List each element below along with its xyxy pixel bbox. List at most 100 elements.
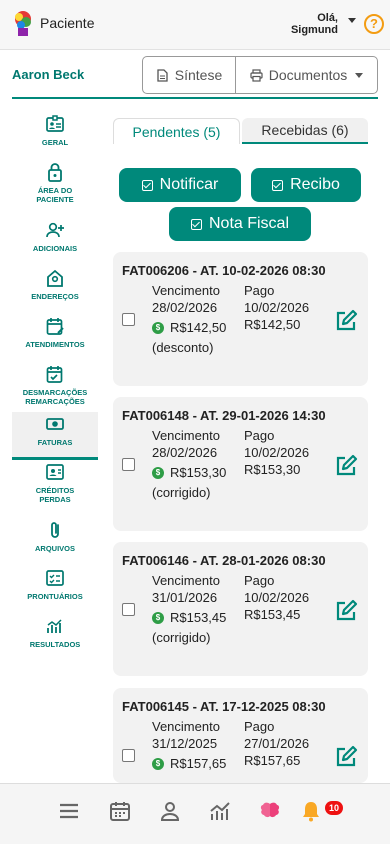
- vencimento-column: Vencimento 31/01/2026 $ R$153,45 (corrig…: [152, 572, 226, 646]
- sidebar-item-area-do-paciente[interactable]: ÁREA DO PACIENTE: [12, 160, 98, 218]
- vencimento-label: Vencimento: [152, 283, 220, 298]
- invoice-checkbox[interactable]: [122, 603, 135, 616]
- pago-date: 10/02/2026: [244, 445, 310, 460]
- sidebar-item-label: ADICIONAIS: [32, 244, 78, 253]
- dollar-coin-icon: $: [152, 466, 164, 479]
- pago-label: Pago: [244, 283, 275, 298]
- sidebar-item-faturas[interactable]: FATURAS: [12, 412, 98, 460]
- chevron-down-icon[interactable]: [348, 18, 356, 23]
- pago-column: Pago 10/02/2026 R$142,50: [244, 282, 309, 333]
- checklist-icon: [46, 570, 64, 586]
- pago-amount: R$157,65: [244, 753, 301, 768]
- dollar-coin-icon: $: [152, 757, 164, 770]
- pago-column: Pago 10/02/2026 R$153,45: [244, 572, 309, 623]
- sintese-label: Síntese: [174, 67, 223, 83]
- invoice-title: FAT006206 - AT. 10-02-2026 08:30: [122, 263, 326, 278]
- vencimento-column: Vencimento 28/02/2026 $ R$153,30 (corrig…: [152, 427, 226, 501]
- pago-label: Pago: [244, 573, 275, 588]
- notificar-label: Notificar: [159, 176, 219, 193]
- tab-pendentes[interactable]: Pendentes (5): [113, 118, 240, 144]
- documentos-label: Documentos: [268, 67, 348, 83]
- money-icon: [46, 418, 64, 430]
- sidebar-item-prontuarios[interactable]: PRONTUÁRIOS: [12, 566, 98, 614]
- invoice-title: FAT006145 - AT. 17-12-2025 08:30: [122, 699, 326, 714]
- user-name: Sigmund: [290, 24, 338, 36]
- sidebar-item-resultados[interactable]: RESULTADOS: [12, 614, 98, 662]
- sidebar-item-atendimentos[interactable]: ATENDIMENTOS: [12, 314, 98, 362]
- paperclip-icon: [51, 522, 59, 538]
- sidebar-item-label: ÁREA DO PACIENTE: [36, 186, 74, 204]
- person-icon[interactable]: [158, 799, 182, 823]
- nota-fiscal-label: Nota Fiscal: [208, 215, 290, 232]
- invoice-checkbox[interactable]: [122, 313, 135, 326]
- sidebar-item-label: CRÉDITOS PERDAS: [35, 486, 75, 504]
- edit-icon[interactable]: [334, 599, 358, 623]
- pago-column: Pago 27/01/2026 R$157,65: [244, 718, 309, 769]
- app-title: Paciente: [40, 15, 95, 31]
- invoice-card: FAT006146 - AT. 28-01-2026 08:30 Vencime…: [113, 542, 368, 676]
- dollar-coin-icon: $: [152, 611, 164, 624]
- sidebar-item-label: GERAL: [41, 138, 69, 147]
- sidebar-item-label: RESULTADOS: [29, 640, 81, 649]
- invoice-checkbox[interactable]: [122, 749, 135, 762]
- pago-date: 10/02/2026: [244, 300, 310, 315]
- checkbox-icon: [190, 218, 202, 230]
- sidebar-item-label: FATURAS: [37, 438, 73, 447]
- home-pin-icon: [47, 269, 63, 287]
- sintese-button[interactable]: Síntese: [143, 57, 236, 93]
- pago-label: Pago: [244, 428, 275, 443]
- vencimento-label: Vencimento: [152, 573, 220, 588]
- lock-icon: [48, 163, 62, 182]
- edit-icon[interactable]: [334, 309, 358, 333]
- vencimento-label: Vencimento: [152, 428, 220, 443]
- sidebar-item-creditos-perdas[interactable]: CRÉDITOS PERDAS: [12, 460, 98, 518]
- checkbox-icon: [141, 179, 153, 191]
- vencimento-date: 28/02/2026: [152, 300, 218, 315]
- invoice-note: (corrigido): [152, 485, 211, 500]
- pago-amount: R$142,50: [244, 317, 301, 332]
- tab-recebidas[interactable]: Recebidas (6): [242, 118, 368, 144]
- sidebar-item-label: ATENDIMENTOS: [25, 340, 85, 349]
- user-menu[interactable]: Olá, Sigmund: [291, 12, 338, 36]
- vencimento-column: Vencimento 31/12/2025 $ R$157,65: [152, 718, 226, 772]
- calendar-check-icon: [46, 366, 63, 383]
- bell-icon[interactable]: [299, 799, 323, 823]
- sidebar-item-enderecos[interactable]: ENDEREÇOS: [12, 266, 98, 314]
- sidebar-item-desmarcacoes[interactable]: DESMARCAÇÕES REMARCAÇÕES: [12, 362, 98, 412]
- notificar-button[interactable]: Notificar: [119, 168, 241, 202]
- document-toolbar: Síntese Documentos: [142, 56, 378, 94]
- id-card-icon: [46, 115, 64, 132]
- invoice-title: FAT006146 - AT. 28-01-2026 08:30: [122, 553, 326, 568]
- sidebar-item-arquivos[interactable]: ARQUIVOS: [12, 518, 98, 566]
- edit-icon[interactable]: [334, 454, 358, 478]
- edit-icon[interactable]: [334, 745, 358, 769]
- greeting: Olá,: [317, 12, 338, 24]
- invoice-checkbox[interactable]: [122, 458, 135, 471]
- pago-amount: R$153,45: [244, 607, 301, 622]
- checkbox-icon: [272, 179, 284, 191]
- recibo-button[interactable]: Recibo: [251, 168, 361, 202]
- person-add-icon: [46, 222, 64, 238]
- sidebar-item-label: DESMARCAÇÕES REMARCAÇÕES: [22, 388, 88, 406]
- vencimento-label: Vencimento: [152, 719, 220, 734]
- brain-icon[interactable]: [258, 799, 282, 823]
- calendar-edit-icon: [46, 318, 64, 335]
- help-icon[interactable]: ?: [364, 14, 384, 34]
- notification-badge: 10: [325, 801, 343, 815]
- sidebar-item-adicionais[interactable]: ADICIONAIS: [12, 218, 98, 266]
- pago-date: 10/02/2026: [244, 590, 310, 605]
- menu-icon[interactable]: [57, 799, 81, 823]
- pago-amount: R$153,30: [244, 462, 301, 477]
- vencimento-date: 31/01/2026: [152, 590, 218, 605]
- documentos-button[interactable]: Documentos: [236, 57, 377, 93]
- nota-fiscal-button[interactable]: Nota Fiscal: [169, 207, 311, 241]
- invoice-amount: R$157,65: [170, 756, 227, 771]
- chart-icon[interactable]: [208, 799, 232, 823]
- pago-date: 27/01/2026: [244, 736, 310, 751]
- chart-icon: [47, 619, 62, 633]
- vencimento-column: Vencimento 28/02/2026 $ R$142,50 (descon…: [152, 282, 226, 356]
- calendar-icon[interactable]: [108, 799, 132, 823]
- invoice-card: FAT006206 - AT. 10-02-2026 08:30 Vencime…: [113, 252, 368, 386]
- sidebar-item-geral[interactable]: GERAL: [12, 112, 98, 160]
- pago-column: Pago 10/02/2026 R$153,30: [244, 427, 309, 478]
